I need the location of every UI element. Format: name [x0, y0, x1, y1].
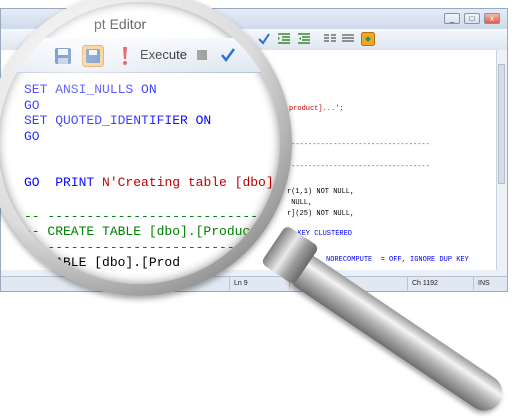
save-icon[interactable]: [54, 47, 72, 65]
code-line: ----------------------------------: [287, 163, 430, 171]
execute-icon[interactable]: [120, 46, 130, 66]
code-line: product]...';: [289, 105, 344, 113]
comment-line: -- -------------------------------: [24, 240, 280, 255]
vertical-scrollbar[interactable]: [496, 50, 507, 270]
save-all-icon[interactable]: [82, 45, 104, 67]
line-indicator: Ln 9: [229, 277, 289, 290]
comment-line: -- -------------------------------: [24, 209, 280, 224]
code-line: GO: [24, 129, 40, 144]
stop-icon[interactable]: [196, 49, 208, 61]
magnifier-lens: pt Editor Execute SET ANSI_NULLS ON GO S…: [0, 2, 280, 284]
maximize-button[interactable]: □: [464, 13, 480, 24]
print-string: N'Creating table [dbo].[Pr: [102, 175, 280, 190]
code-line: NULL,: [287, 199, 313, 207]
check-icon[interactable]: [220, 47, 236, 63]
uncomment-icon[interactable]: [341, 32, 355, 46]
code-line: r(1,1) NOT NULL,: [287, 188, 355, 196]
print-line: PRINT N'Creating table [dbo].[Pr: [24, 159, 280, 207]
comment-icon[interactable]: [323, 32, 337, 46]
close-button[interactable]: x: [484, 13, 500, 24]
code-line: GO: [24, 98, 40, 113]
code-line: duct]...: [24, 271, 110, 284]
column-indicator: Ch 1192: [407, 277, 473, 290]
minimize-button[interactable]: _: [444, 13, 460, 24]
code-line: GO: [24, 175, 40, 190]
code-line: SET QUOTED_IDENTIFIER ON: [24, 113, 212, 128]
scrollbar-thumb[interactable]: [498, 64, 505, 184]
code-line: ----------------------------------: [287, 141, 430, 149]
execute-button[interactable]: Execute: [140, 47, 187, 62]
insert-mode-indicator: INS: [473, 277, 509, 290]
magnified-toolbar: Execute: [0, 38, 280, 73]
magnified-window-title: pt Editor: [94, 16, 147, 32]
bookmark-icon[interactable]: [361, 32, 375, 46]
code-line: SET ANSI_NULLS ON: [24, 82, 157, 97]
code-line: r](25) NOT NULL,: [287, 210, 355, 218]
comment-line: -- CREATE TABLE [dbo].[Produc: [24, 224, 251, 239]
outdent-icon[interactable]: [297, 32, 311, 46]
code-line: TABLE [dbo].[Prod: [24, 255, 181, 270]
